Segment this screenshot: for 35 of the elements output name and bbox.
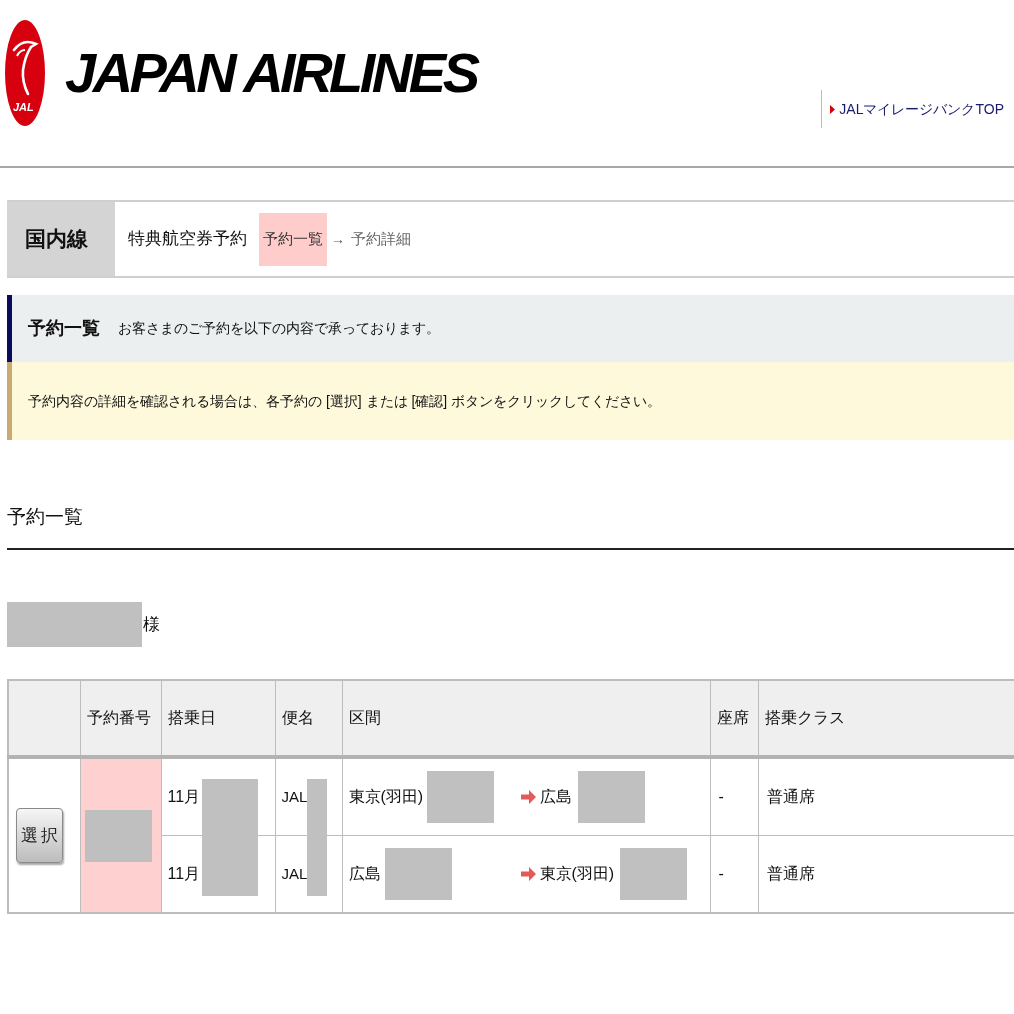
honorific-text: 様 [143,613,160,636]
flight-number-text: JAL [281,786,308,807]
origin-text: 東京(羽田) [348,787,424,807]
arrow-right-icon [520,867,536,881]
column-header: 座席 [710,680,758,757]
section-heading: 予約一覧 [7,505,83,529]
flight-number-text: JAL [281,863,308,884]
notice-title: 予約一覧 [28,317,100,340]
logo-text: JAL [13,102,34,113]
table-cell: - [710,757,758,836]
date-text: 11月 [167,787,201,807]
caret-icon [830,104,836,114]
category-label: 国内線 [7,202,115,276]
crane-logo-icon [5,20,45,126]
select-button[interactable]: 選択 [16,808,63,863]
column-header: 搭乗クラス [758,680,1014,757]
table-cell: 普通席 [758,757,1014,836]
breadcrumb-step: 予約詳細 [349,224,413,254]
airline-wordmark: JAPAN AIRLINES [65,40,477,106]
origin-text: 広島 [348,864,381,884]
column-header: 搭乗日 [161,680,275,757]
table-cell: 普通席 [758,835,1014,913]
page-title: 特典航空券予約 [128,228,247,251]
mileage-bank-link[interactable]: JALマイレージバンクTOP [830,98,1004,120]
table-cell: - [710,835,758,913]
step-separator: → [331,229,345,249]
column-header: 便名 [275,680,342,757]
arrow-right-icon [520,790,536,804]
notice-message: お客さまのご予約を以下の内容で承っております。 [118,319,440,338]
breadcrumb-step: 予約一覧 [259,212,327,266]
destination-text: 東京(羽田) [539,864,615,884]
instruction-banner: 予約内容の詳細を確認される場合は、各予約の [選択] または [確認] ボタンをクリックしてください。 [7,362,1014,440]
date-text: 11月 [167,864,201,884]
destination-text: 広島 [539,787,572,807]
column-header: 区間 [342,680,710,757]
